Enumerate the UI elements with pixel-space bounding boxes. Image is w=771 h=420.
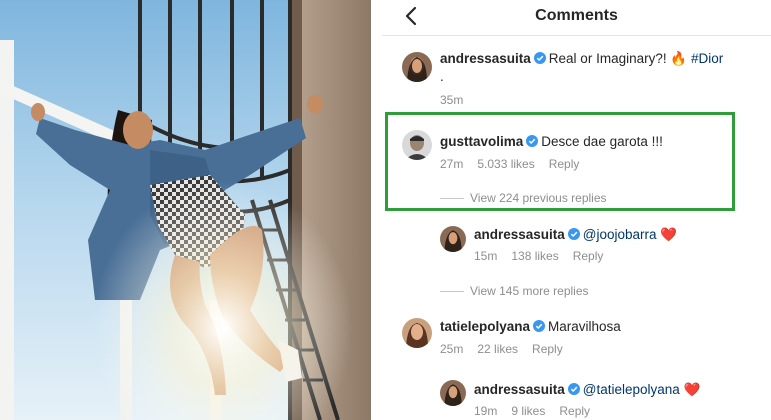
comment-likes[interactable]: 22 likes xyxy=(477,342,518,356)
comment-trailing: . xyxy=(440,69,444,84)
verified-badge-icon xyxy=(567,383,580,395)
mention-link[interactable]: @tatielepolyana xyxy=(583,382,680,397)
avatar[interactable] xyxy=(440,226,466,252)
comment-username[interactable]: andressasuita xyxy=(440,51,531,66)
comment-time: 15m xyxy=(474,249,498,263)
comment-row: tatielepolyana Maravilhosa xyxy=(440,318,621,336)
comment-username[interactable]: andressasuita xyxy=(474,382,565,397)
comment-likes[interactable]: 138 likes xyxy=(511,249,558,263)
comment-body: Maravilhosa xyxy=(548,319,621,334)
comment-body: Real or Imaginary?! xyxy=(548,51,671,66)
verified-badge-icon xyxy=(567,228,580,240)
avatar[interactable] xyxy=(440,380,466,406)
comment-time: 25m xyxy=(440,342,464,356)
view-replies-link[interactable]: View 145 more replies xyxy=(440,284,589,298)
fire-emoji: 🔥 xyxy=(670,51,688,66)
comment-likes[interactable]: 9 likes xyxy=(511,404,545,418)
comment-body: Desce dae garota !!! xyxy=(541,134,663,149)
heart-emoji: ❤️ xyxy=(660,227,678,242)
comment-meta: 19m 9 likes Reply xyxy=(474,404,604,418)
comment-meta: 25m 22 likes Reply xyxy=(440,342,577,356)
comment-meta: 15m 138 likes Reply xyxy=(474,249,617,263)
view-replies-link[interactable]: View 224 previous replies xyxy=(440,191,607,205)
mention-link[interactable]: @joojobarra xyxy=(583,227,657,242)
comment-time: 27m xyxy=(440,157,464,171)
comment-username[interactable]: tatielepolyana xyxy=(440,319,530,334)
post-photo xyxy=(0,0,371,420)
replies-divider xyxy=(440,291,464,293)
reply-button[interactable]: Reply xyxy=(532,342,563,356)
comment-time: 19m xyxy=(474,404,498,418)
verified-badge-icon xyxy=(533,52,546,64)
comment-caption: andressasuita Real or Imaginary?! 🔥 #Dior xyxy=(440,50,723,68)
verified-badge-icon xyxy=(533,320,546,332)
reply-button[interactable]: Reply xyxy=(549,157,580,171)
comment-row: andressasuita @tatielepolyana ❤️ xyxy=(474,381,700,399)
avatar[interactable] xyxy=(402,318,432,348)
reply-button[interactable]: Reply xyxy=(559,404,590,418)
verified-badge-icon xyxy=(526,135,539,147)
avatar[interactable] xyxy=(402,52,432,82)
comment-username[interactable]: andressasuita xyxy=(474,227,565,242)
comment-meta: 35m xyxy=(440,93,477,107)
comment-meta: 27m 5.033 likes Reply xyxy=(440,157,593,171)
replies-divider xyxy=(440,198,464,200)
header-divider xyxy=(382,35,771,36)
comment-likes[interactable]: 5.033 likes xyxy=(477,157,534,171)
page-title: Comments xyxy=(535,7,618,24)
comment-row: andressasuita @joojobarra ❤️ xyxy=(474,226,677,244)
hashtag-link[interactable]: #Dior xyxy=(691,51,723,66)
comment-row: gusttavolima Desce dae garota !!! xyxy=(440,133,663,151)
heart-emoji: ❤️ xyxy=(683,382,701,397)
view-replies-label: View 145 more replies xyxy=(470,284,589,298)
reply-button[interactable]: Reply xyxy=(573,249,604,263)
comment-time: 35m xyxy=(440,93,464,107)
avatar[interactable] xyxy=(402,130,432,160)
comments-header: Comments xyxy=(382,0,771,34)
comment-username[interactable]: gusttavolima xyxy=(440,134,523,149)
comments-panel: Comments andressasuita Real or Imaginary?… xyxy=(382,0,771,420)
view-replies-label: View 224 previous replies xyxy=(470,191,607,205)
